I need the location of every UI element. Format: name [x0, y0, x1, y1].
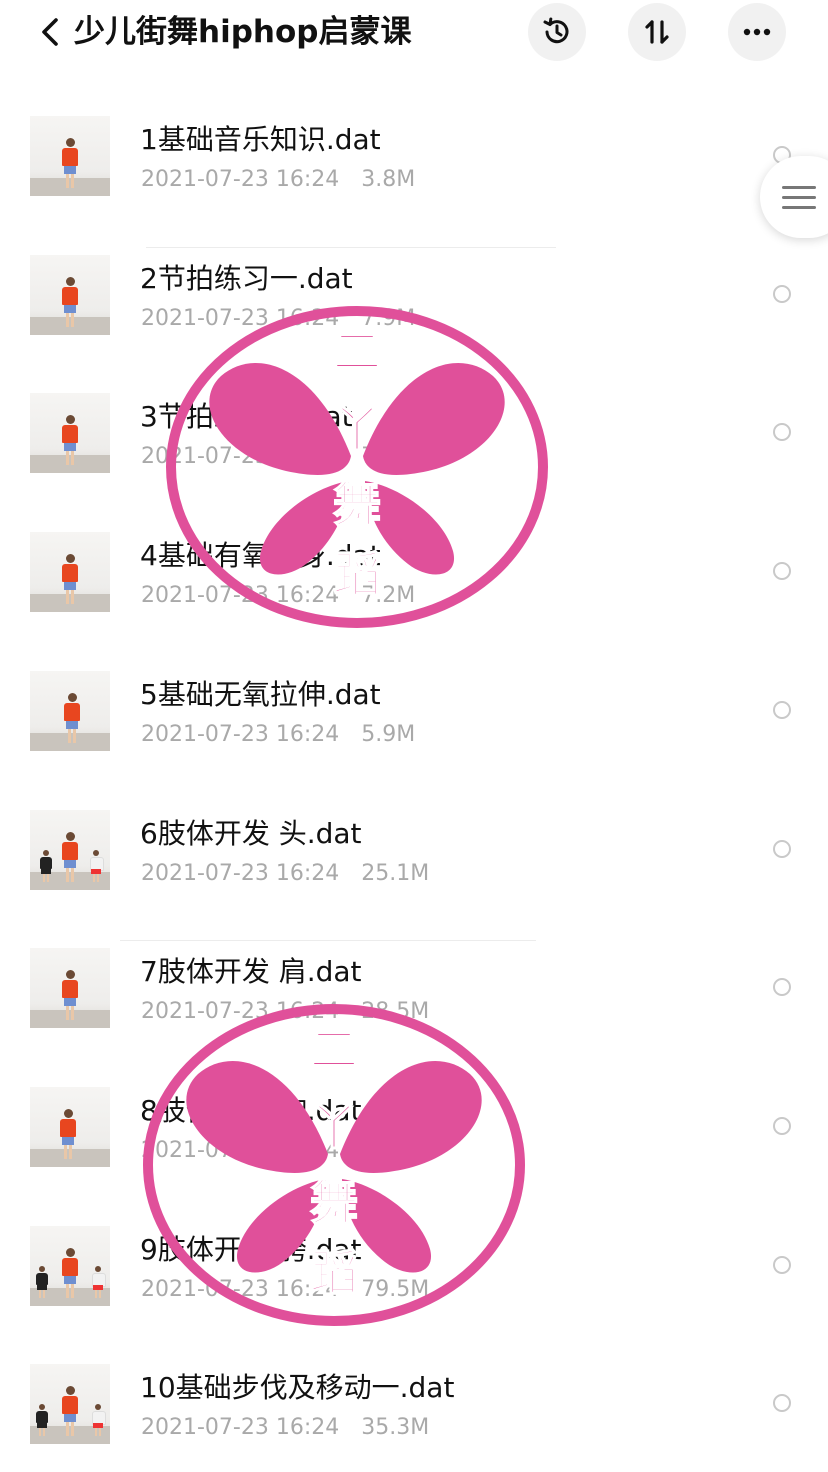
select-radio[interactable] [773, 1117, 791, 1135]
watermark-char: 舞 [333, 477, 381, 533]
select-radio[interactable] [773, 1394, 791, 1412]
file-date: 2021-07-23 16:24 [141, 167, 340, 192]
divider [146, 247, 556, 248]
more-dots-icon [743, 28, 771, 36]
butterfly-logo-icon: 二丫舞蹈 [166, 306, 548, 628]
video-thumbnail [30, 1226, 110, 1306]
file-meta: 2021-07-23 16:24 35.3M [141, 1412, 429, 1444]
watermark-char: 丫 [310, 1100, 358, 1156]
watermark-char: 二 [333, 324, 381, 380]
folder-title: 少儿街舞hiphop启蒙课 [74, 14, 412, 50]
back-button[interactable] [34, 14, 70, 50]
watermark-char: 蹈 [333, 547, 381, 603]
file-meta: 2021-07-23 16:24 25.1M [141, 858, 429, 890]
file-name: 5基础无氧拉伸.dat [140, 678, 381, 711]
sort-button[interactable] [628, 3, 686, 61]
video-thumbnail [30, 671, 110, 751]
select-radio[interactable] [773, 562, 791, 580]
select-radio[interactable] [773, 978, 791, 996]
menu-lines-icon [782, 186, 816, 189]
divider [120, 940, 536, 941]
video-thumbnail [30, 1364, 110, 1444]
more-button[interactable] [728, 3, 786, 61]
watermark-char: 蹈 [310, 1245, 358, 1301]
file-row[interactable]: 1基础音乐知识.dat 2021-07-23 16:24 3.8M [0, 70, 828, 209]
sort-arrows-icon [645, 20, 669, 44]
file-meta: 2021-07-23 16:24 3.8M [141, 164, 415, 196]
file-size: 35.3M [361, 1415, 430, 1440]
butterfly-logo-icon: 二丫舞蹈 [143, 1004, 525, 1326]
file-row[interactable]: 5基础无氧拉伸.dat 2021-07-23 16:24 5.9M [0, 625, 828, 764]
history-clock-icon [543, 17, 569, 44]
file-size: 5.9M [361, 722, 416, 747]
video-thumbnail [30, 1087, 110, 1167]
select-radio[interactable] [773, 1256, 791, 1274]
file-size: 3.8M [361, 167, 416, 192]
select-radio[interactable] [773, 285, 791, 303]
file-date: 2021-07-23 16:24 [141, 861, 340, 886]
select-radio[interactable] [773, 701, 791, 719]
file-name: 7肢体开发 肩.dat [140, 955, 362, 988]
select-radio[interactable] [773, 840, 791, 858]
video-thumbnail [30, 393, 110, 473]
watermark-char: 舞 [310, 1175, 358, 1231]
watermark-stamp: 二丫舞蹈 [143, 1004, 525, 1326]
top-bar: 少儿街舞hiphop启蒙课 [0, 0, 828, 64]
select-radio[interactable] [773, 423, 791, 441]
file-name: 2节拍练习一.dat [140, 262, 353, 295]
file-name: 1基础音乐知识.dat [140, 123, 381, 156]
video-thumbnail [30, 255, 110, 335]
watermark-char: 二 [310, 1022, 358, 1078]
watermark-stamp: 二丫舞蹈 [166, 306, 548, 628]
file-name: 10基础步伐及移动一.dat [140, 1371, 455, 1404]
file-name: 6肢体开发 头.dat [140, 817, 362, 850]
file-meta: 2021-07-23 16:24 5.9M [141, 719, 415, 751]
file-date: 2021-07-23 16:24 [141, 722, 340, 747]
video-thumbnail [30, 116, 110, 196]
video-thumbnail [30, 948, 110, 1028]
video-thumbnail [30, 810, 110, 890]
file-row[interactable]: 6肢体开发 头.dat 2021-07-23 16:24 25.1M [0, 764, 828, 903]
file-size: 25.1M [361, 861, 430, 886]
file-date: 2021-07-23 16:24 [141, 1415, 340, 1440]
history-button[interactable] [528, 3, 586, 61]
video-thumbnail [30, 532, 110, 612]
file-row[interactable]: 10基础步伐及移动一.dat 2021-07-23 16:24 35.3M [0, 1318, 828, 1457]
watermark-char: 丫 [333, 402, 381, 458]
chevron-left-icon [42, 18, 58, 46]
